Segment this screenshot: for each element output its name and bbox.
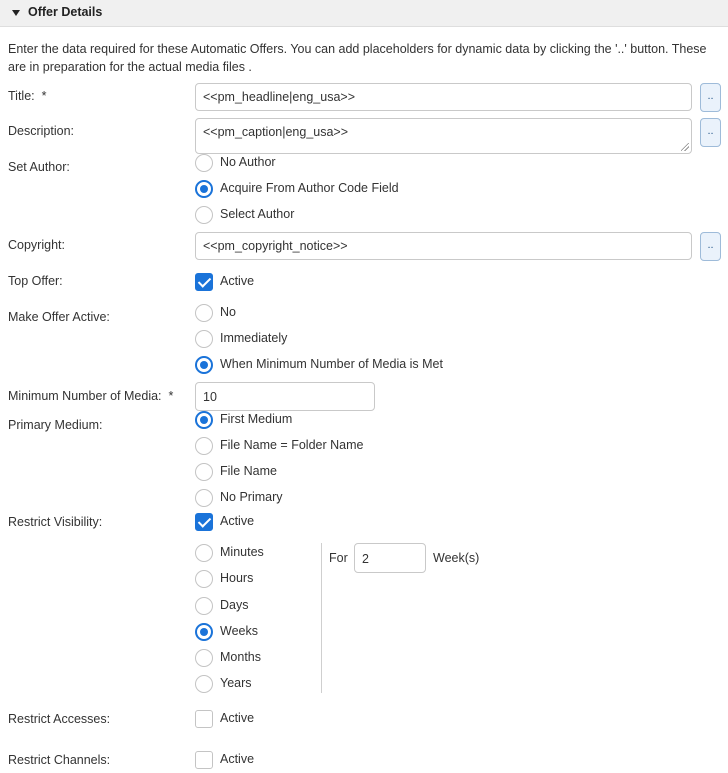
radio-icon[interactable]	[195, 437, 213, 455]
radio-icon[interactable]	[195, 330, 213, 348]
copyright-input[interactable]: <<pm_copyright_notice>>	[195, 232, 692, 260]
checkbox-checked-icon[interactable]	[195, 273, 213, 291]
radio-icon[interactable]	[195, 489, 213, 507]
title-placeholder-button[interactable]: ..	[700, 83, 721, 112]
description-placeholder-button[interactable]: ..	[700, 118, 721, 147]
radio-icon[interactable]	[195, 154, 213, 172]
checkbox-checked-icon[interactable]	[195, 513, 213, 531]
duration-input[interactable]: 2	[354, 543, 426, 573]
for-label: For	[329, 551, 348, 565]
radio-selected-icon[interactable]	[195, 356, 213, 374]
resize-grip-icon[interactable]	[681, 143, 689, 151]
title-label: Title: *	[8, 89, 47, 103]
make-offer-active-label: Make Offer Active:	[8, 310, 110, 324]
divider	[321, 543, 322, 693]
restrict-channels-label: Restrict Channels:	[8, 753, 111, 767]
description-textarea[interactable]: <<pm_caption|eng_usa>>	[195, 118, 692, 154]
radio-icon[interactable]	[195, 544, 213, 562]
intro-text: Enter the data required for these Automa…	[8, 42, 707, 74]
checkbox-icon[interactable]	[195, 710, 213, 728]
min-media-label: Minimum Number of Media: *	[8, 389, 174, 403]
radio-icon[interactable]	[195, 463, 213, 481]
set-author-label: Set Author:	[8, 160, 70, 174]
collapse-triangle-icon[interactable]	[12, 10, 20, 16]
radio-selected-icon[interactable]	[195, 623, 213, 641]
description-label: Description:	[8, 124, 74, 138]
copyright-label: Copyright:	[8, 238, 65, 252]
radio-icon[interactable]	[195, 649, 213, 667]
min-media-input[interactable]: 10	[195, 382, 375, 411]
restrict-accesses-label: Restrict Accesses:	[8, 712, 111, 726]
primary-medium-label: Primary Medium:	[8, 418, 103, 432]
radio-icon[interactable]	[195, 570, 213, 588]
copyright-placeholder-button[interactable]: ..	[700, 232, 721, 261]
section-title: Offer Details	[28, 5, 103, 19]
restrict-visibility-label: Restrict Visibility:	[8, 515, 103, 529]
radio-selected-icon[interactable]	[195, 180, 213, 198]
title-input[interactable]: <<pm_headline|eng_usa>>	[195, 83, 692, 111]
radio-selected-icon[interactable]	[195, 411, 213, 429]
duration-unit-label: Week(s)	[433, 551, 480, 565]
top-offer-label: Top Offer:	[8, 274, 63, 288]
radio-icon[interactable]	[195, 597, 213, 615]
radio-icon[interactable]	[195, 675, 213, 693]
radio-icon[interactable]	[195, 304, 213, 322]
radio-icon[interactable]	[195, 206, 213, 224]
checkbox-icon[interactable]	[195, 751, 213, 769]
offer-details-header[interactable]: Offer Details	[0, 0, 728, 27]
description-value: <<pm_caption|eng_usa>>	[203, 125, 349, 139]
